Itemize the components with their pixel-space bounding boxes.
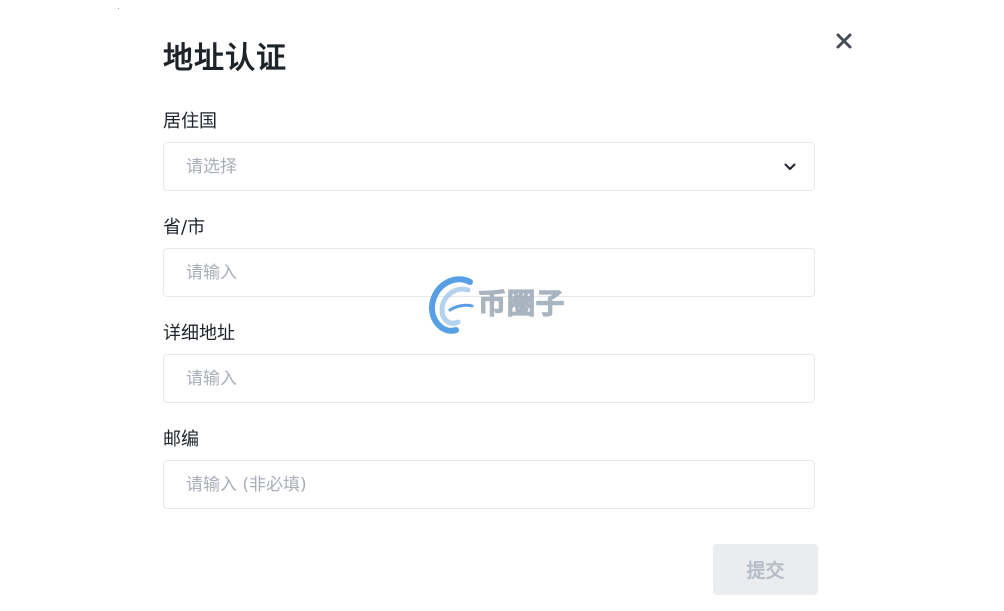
- dialog-title: 地址认证: [163, 41, 287, 76]
- close-icon: [836, 33, 852, 49]
- postcode-input[interactable]: [164, 461, 814, 508]
- submit-button[interactable]: 提交: [713, 544, 818, 595]
- chevron-down-icon: [784, 163, 796, 170]
- province-input[interactable]: [164, 249, 814, 296]
- country-select[interactable]: 请选择: [163, 142, 815, 191]
- province-field: [163, 248, 815, 297]
- address-label: 详细地址: [163, 323, 235, 344]
- province-label: 省/市: [163, 217, 206, 238]
- postcode-field: [163, 460, 815, 509]
- address-input[interactable]: [164, 355, 814, 402]
- address-verification-dialog: 地址认证 居住国 请选择 省/市 详细地址 邮编 提交: [119, 8, 869, 611]
- close-button[interactable]: [829, 26, 859, 56]
- address-field: [163, 354, 815, 403]
- country-select-placeholder: 请选择: [186, 157, 237, 177]
- page: 地址认证 居住国 请选择 省/市 详细地址 邮编 提交: [0, 0, 1004, 611]
- country-label: 居住国: [163, 111, 217, 132]
- postcode-label: 邮编: [163, 429, 199, 450]
